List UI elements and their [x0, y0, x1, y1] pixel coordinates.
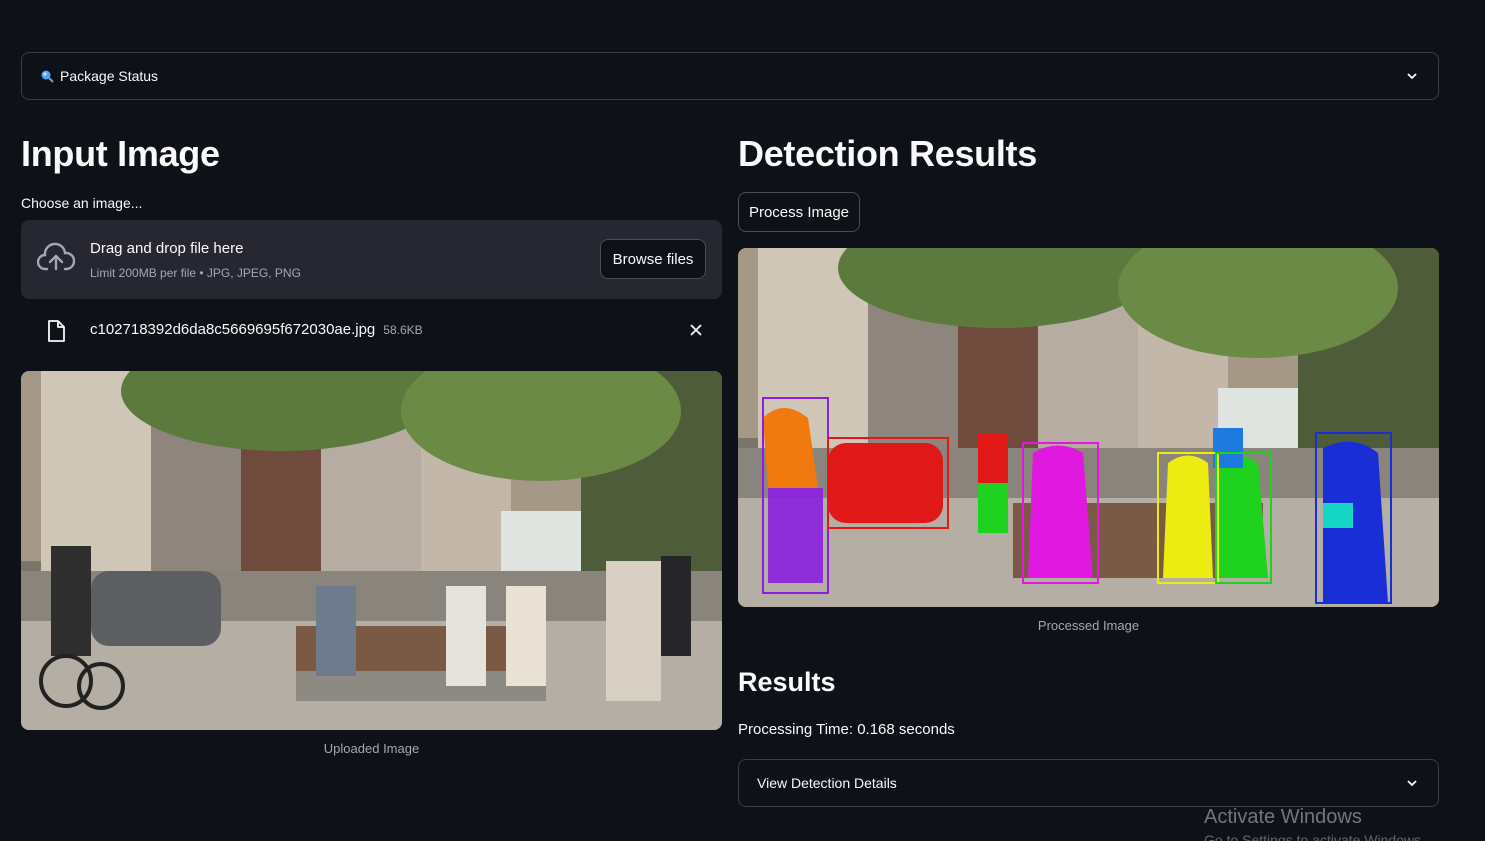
- view-detection-details-expander[interactable]: View Detection Details: [738, 759, 1439, 807]
- uploaded-file-row: c102718392d6da8c5669695f672030ae.jpg 58.6…: [21, 310, 722, 352]
- detection-results-heading: Detection Results: [738, 133, 1037, 174]
- file-name-text: c102718392d6da8c5669695f672030ae.jpg: [90, 321, 376, 338]
- app-page: Package Status Input Image Choose an ima…: [0, 0, 1485, 841]
- browse-files-button[interactable]: Browse files: [600, 239, 706, 279]
- file-size: 58.6KB: [383, 323, 423, 337]
- magnifier-icon: [41, 70, 54, 83]
- chevron-down-icon: [1407, 73, 1417, 80]
- windows-activation-hint: Go to Settings to activate Windows.: [1204, 832, 1425, 841]
- chevron-down-icon: [1407, 780, 1417, 787]
- results-heading: Results: [738, 667, 836, 697]
- package-status-expander[interactable]: Package Status: [21, 52, 1439, 100]
- uploaded-image: [21, 371, 722, 730]
- package-status-label: Package Status: [60, 68, 159, 84]
- street-scene-image: [21, 371, 722, 730]
- close-icon[interactable]: [688, 322, 704, 338]
- file-dropzone[interactable]: Drag and drop file here Limit 200MB per …: [21, 220, 722, 299]
- view-detection-details-label: View Detection Details: [757, 775, 897, 791]
- process-image-button[interactable]: Process Image: [738, 192, 860, 232]
- processed-scene-image: [738, 248, 1439, 607]
- file-name: c102718392d6da8c5669695f672030ae.jpg 58.6…: [90, 321, 423, 338]
- processed-image: [738, 248, 1439, 607]
- uploader-label: Choose an image...: [21, 195, 143, 211]
- windows-activation-watermark: Activate Windows: [1204, 806, 1362, 828]
- uploaded-image-caption: Uploaded Image: [323, 741, 420, 756]
- processed-image-caption: Processed Image: [1037, 618, 1140, 633]
- dropzone-limit: Limit 200MB per file • JPG, JPEG, PNG: [90, 266, 301, 280]
- processing-time-text: Processing Time: 0.168 seconds: [738, 721, 955, 738]
- dropzone-title: Drag and drop file here: [90, 240, 244, 257]
- input-image-heading: Input Image: [21, 133, 220, 174]
- file-icon: [48, 320, 65, 342]
- cloud-upload-icon: [37, 242, 75, 271]
